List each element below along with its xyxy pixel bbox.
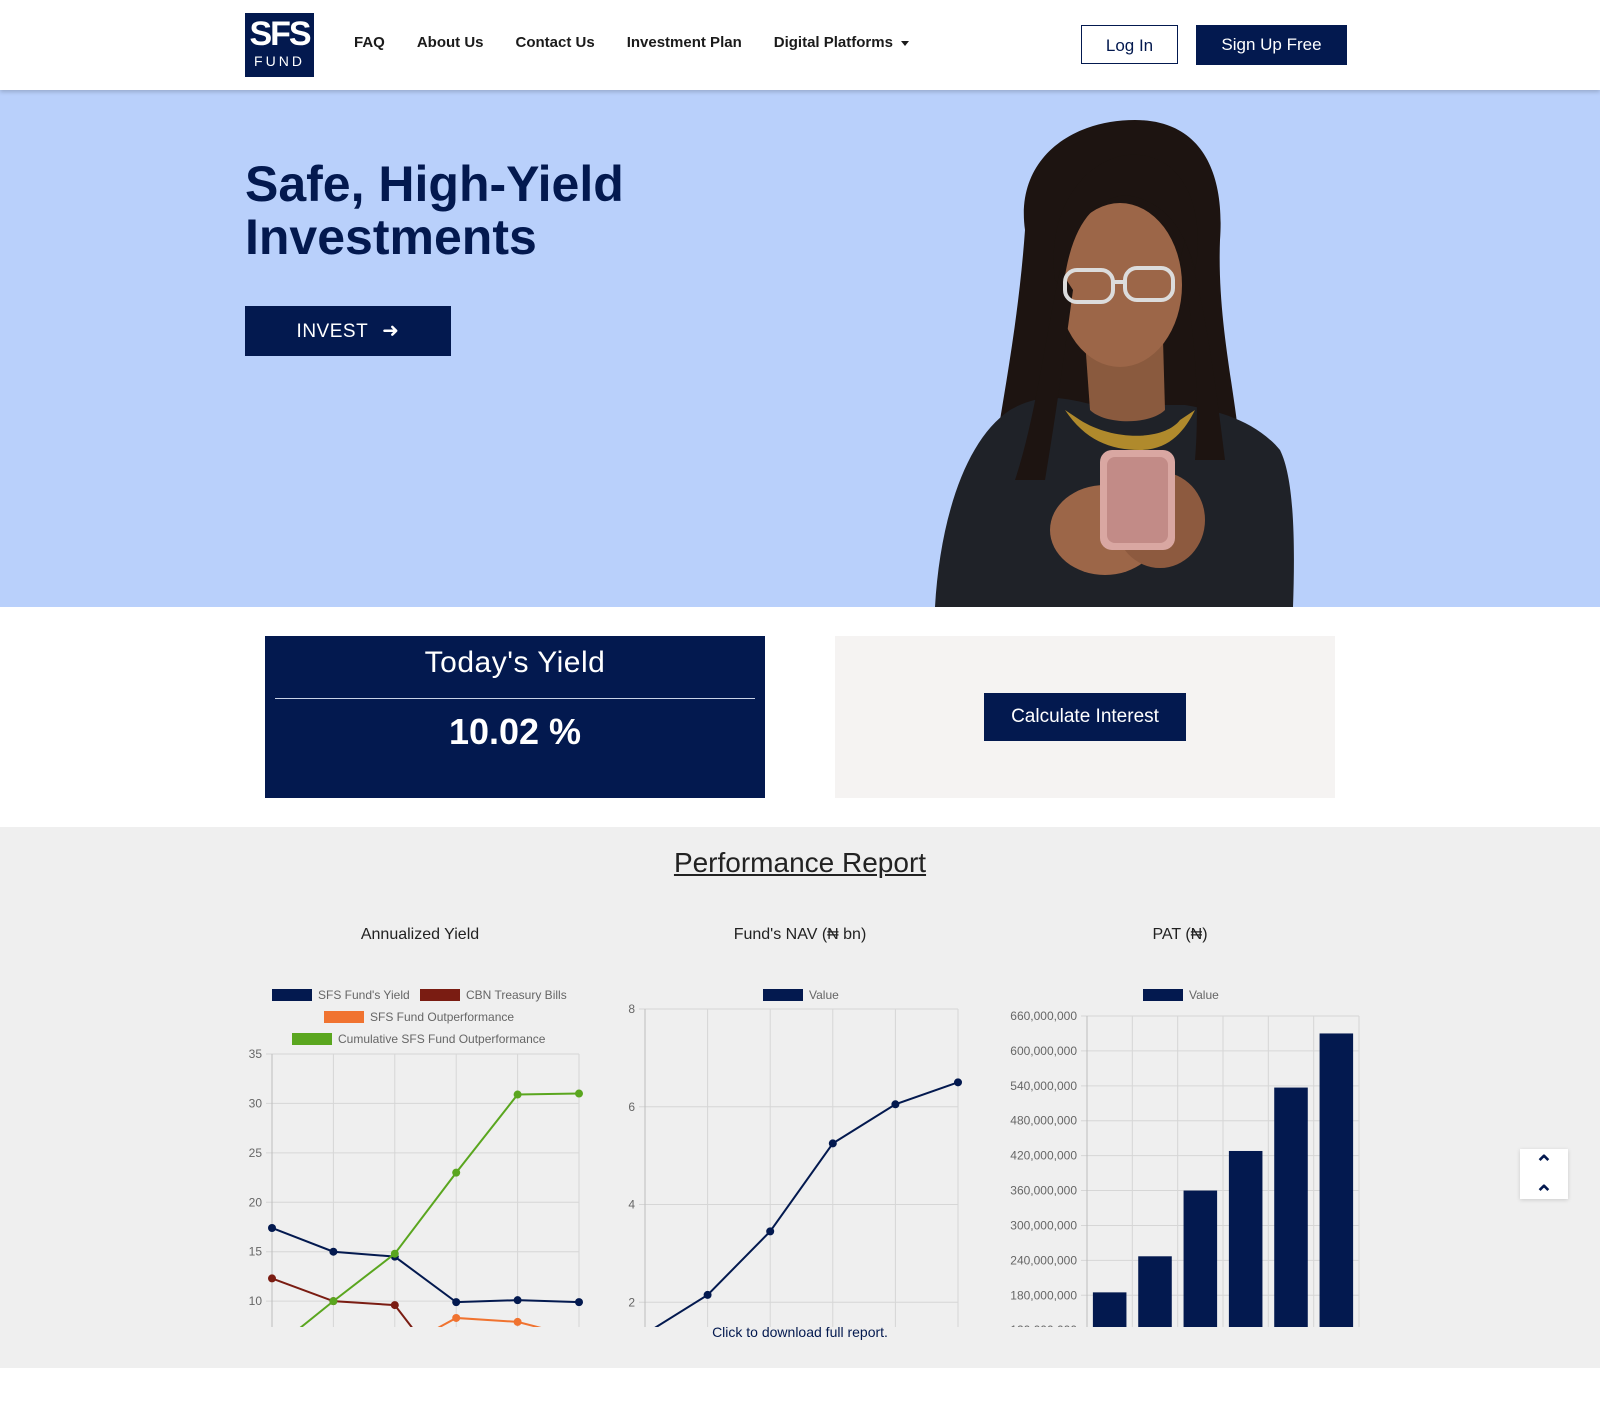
data-point xyxy=(390,1249,399,1258)
y-tick-label: 25 xyxy=(249,1146,263,1160)
y-tick-label: 20 xyxy=(249,1195,263,1209)
pat-chart-title: PAT (₦) xyxy=(1152,926,1208,943)
y-tick-label: 300,000,000 xyxy=(1010,1218,1077,1232)
y-tick-label: 2 xyxy=(628,1295,635,1309)
double-chevron-up-icon: ⌃ ⌃ xyxy=(1534,1151,1554,1206)
legend-swatch xyxy=(324,1011,364,1023)
legend-swatch xyxy=(272,989,312,1001)
performance-report-title: Performance Report xyxy=(0,847,1600,879)
todays-yield-title: Today's Yield xyxy=(424,646,606,679)
y-tick-label: 10 xyxy=(249,1294,263,1308)
hero-section: Safe, High-Yield Investments INVEST ➜ xyxy=(0,90,1600,607)
legend-label: Value xyxy=(1189,988,1219,1002)
y-tick-label: 6 xyxy=(628,1100,635,1114)
sign-in-icon: ➜ xyxy=(382,320,400,342)
pat-chart: Value060,000,000120,000,000180,000,00024… xyxy=(1010,988,1360,1327)
caret-down-icon xyxy=(900,40,909,46)
y-tick-label: 420,000,000 xyxy=(1010,1149,1077,1163)
nav-link-contact-us[interactable]: Contact Us xyxy=(516,34,595,51)
data-point xyxy=(954,1078,962,1087)
y-tick-label: 360,000,000 xyxy=(1010,1184,1077,1198)
legend-swatch xyxy=(420,989,460,1001)
nav-link-about-us[interactable]: About Us xyxy=(417,34,484,51)
bar xyxy=(1138,1256,1172,1327)
bar xyxy=(1319,1033,1354,1327)
series-line xyxy=(271,1277,413,1327)
login-button[interactable]: Log In xyxy=(1081,25,1178,64)
fund-nav-chart: Value02468201720182019202020212022 xyxy=(628,988,962,1327)
legend-label: SFS Fund Outperformance xyxy=(370,1010,514,1024)
nav-dropdown-digital-platforms[interactable]: Digital Platforms xyxy=(774,34,909,51)
hero-title: Safe, High-Yield Investments xyxy=(245,158,624,264)
annualized-yield-chart: SFS Fund's Yield CBN Treasury Bills SFS Fu… xyxy=(249,988,583,1327)
y-tick-label: 35 xyxy=(249,1047,263,1061)
data-point xyxy=(452,1298,461,1307)
y-tick-label: 660,000,000 xyxy=(1010,1009,1077,1023)
scroll-to-top-button[interactable]: ⌃ ⌃ xyxy=(1520,1149,1568,1206)
y-tick-label: 15 xyxy=(249,1245,263,1259)
bar xyxy=(1274,1087,1308,1327)
logo-text-bottom: FUND xyxy=(254,53,305,69)
nav-link-faq[interactable]: FAQ xyxy=(354,34,385,51)
data-point xyxy=(329,1247,338,1256)
logo-text-top: SFS xyxy=(249,15,311,53)
todays-yield-card: Today's Yield 10.02 % xyxy=(265,636,765,798)
top-navbar: SFS FUND FAQ About Us Contact Us Investm… xyxy=(0,0,1600,90)
y-tick-label: 8 xyxy=(628,1002,635,1016)
nav-dropdown-label: Digital Platforms xyxy=(773,34,893,51)
series-line xyxy=(271,1227,580,1304)
y-tick-label: 30 xyxy=(249,1096,263,1110)
woman-with-phone-image xyxy=(935,120,1294,607)
performance-report-title-text: Performance Report xyxy=(673,847,927,878)
data-point xyxy=(268,1223,276,1232)
data-point xyxy=(452,1313,461,1322)
data-point xyxy=(703,1290,712,1299)
data-point xyxy=(268,1274,276,1283)
data-point xyxy=(452,1168,461,1177)
data-point xyxy=(513,1090,522,1099)
invest-button-label: INVEST xyxy=(296,321,369,342)
nav-links: FAQ About Us Contact Us Investment Plan … xyxy=(354,34,941,51)
calculate-interest-button[interactable]: Calculate Interest xyxy=(984,693,1186,741)
y-tick-label: 480,000,000 xyxy=(1010,1114,1077,1128)
data-point xyxy=(575,1089,583,1098)
data-point xyxy=(575,1298,583,1307)
annualized-yield-chart-title: Annualized Yield xyxy=(360,926,480,943)
legend-label: SFS Fund's Yield xyxy=(318,988,410,1002)
bar xyxy=(1228,1150,1263,1327)
bar xyxy=(1183,1190,1218,1327)
hero-title-line1: Safe, High-Yield xyxy=(245,156,624,212)
y-tick-label: 180,000,000 xyxy=(1010,1288,1077,1302)
nav-link-investment-plan[interactable]: Investment Plan xyxy=(627,34,742,51)
calculate-interest-panel: Calculate Interest xyxy=(835,636,1335,798)
fund-nav-chart-title: Fund's NAV (₦ bn) xyxy=(733,926,867,943)
legend-label: CBN Treasury Bills xyxy=(466,988,567,1002)
legend-label: Value xyxy=(809,988,839,1002)
download-report-link[interactable]: Click to download full report. xyxy=(0,1324,1600,1340)
hero-title-line2: Investments xyxy=(245,209,537,265)
data-point xyxy=(828,1139,837,1148)
legend-swatch xyxy=(292,1033,332,1045)
y-tick-label: 540,000,000 xyxy=(1010,1079,1077,1093)
y-tick-label: 4 xyxy=(628,1198,635,1212)
todays-yield-value: 10.02 % xyxy=(448,711,582,752)
legend-label: Cumulative SFS Fund Outperformance xyxy=(338,1032,546,1046)
legend-swatch xyxy=(1143,989,1183,1001)
data-point xyxy=(329,1297,338,1306)
y-tick-label: 600,000,000 xyxy=(1010,1044,1077,1058)
series-line xyxy=(299,1092,580,1327)
sfs-fund-logo[interactable]: SFS FUND xyxy=(245,13,314,77)
performance-report-section: Performance Report Annualized Yield Fund… xyxy=(0,827,1600,1368)
data-point xyxy=(513,1296,522,1305)
signup-button[interactable]: Sign Up Free xyxy=(1196,25,1347,65)
data-point xyxy=(891,1100,900,1109)
legend-swatch xyxy=(763,989,803,1001)
y-tick-label: 240,000,000 xyxy=(1010,1253,1077,1267)
invest-button[interactable]: INVEST ➜ xyxy=(245,306,451,356)
bar xyxy=(1092,1292,1127,1327)
data-point xyxy=(766,1227,775,1236)
data-point xyxy=(390,1301,399,1310)
divider xyxy=(275,698,755,699)
